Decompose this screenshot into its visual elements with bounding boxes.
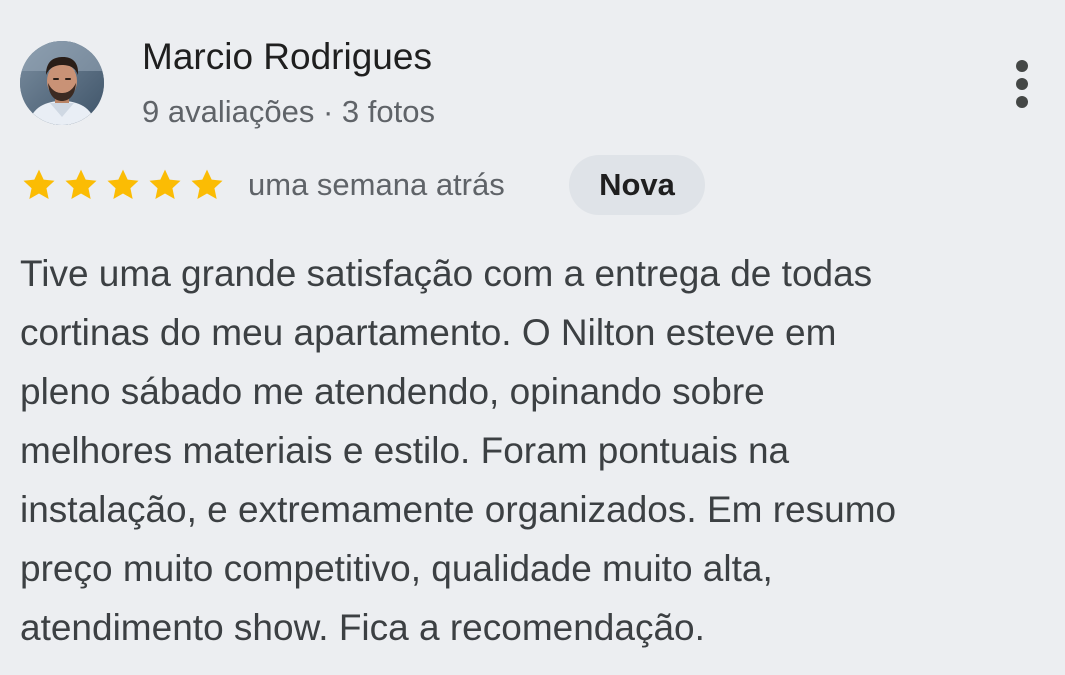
review-text: Tive uma grande satisfação com a entrega… (20, 244, 1040, 657)
star-icon (107, 169, 139, 200)
star-icon (191, 169, 223, 200)
author-stats: 9 avaliações · 3 fotos (142, 94, 435, 129)
star-icon (23, 169, 55, 200)
new-badge: Nova (569, 155, 705, 215)
avatar-photo (20, 41, 104, 125)
author-avatar[interactable] (20, 41, 104, 125)
review-text-line: atendimento show. Fica a recomendação. (20, 607, 705, 648)
review-text-line: melhores materiais e estilo. Foram pontu… (20, 430, 790, 471)
review-text-line: cortinas do meu apartamento. O Nilton es… (20, 312, 837, 353)
review-text-line: Tive uma grande satisfação com a entrega… (20, 253, 873, 294)
star-rating (20, 165, 230, 205)
review-time: uma semana atrás (248, 167, 505, 202)
more-options-button[interactable] (998, 52, 1046, 116)
review-text-line: instalação, e extremamente organizados. … (20, 489, 897, 530)
author-name[interactable]: Marcio Rodrigues (142, 35, 432, 79)
star-icon (149, 169, 181, 200)
review-text-line: preço muito competitivo, qualidade muito… (20, 548, 773, 589)
review-text-line: pleno sábado me atendendo, opinando sobr… (20, 371, 765, 412)
star-icon (65, 169, 97, 200)
review-card: Marcio Rodrigues 9 avaliações · 3 fotos … (0, 0, 1065, 675)
